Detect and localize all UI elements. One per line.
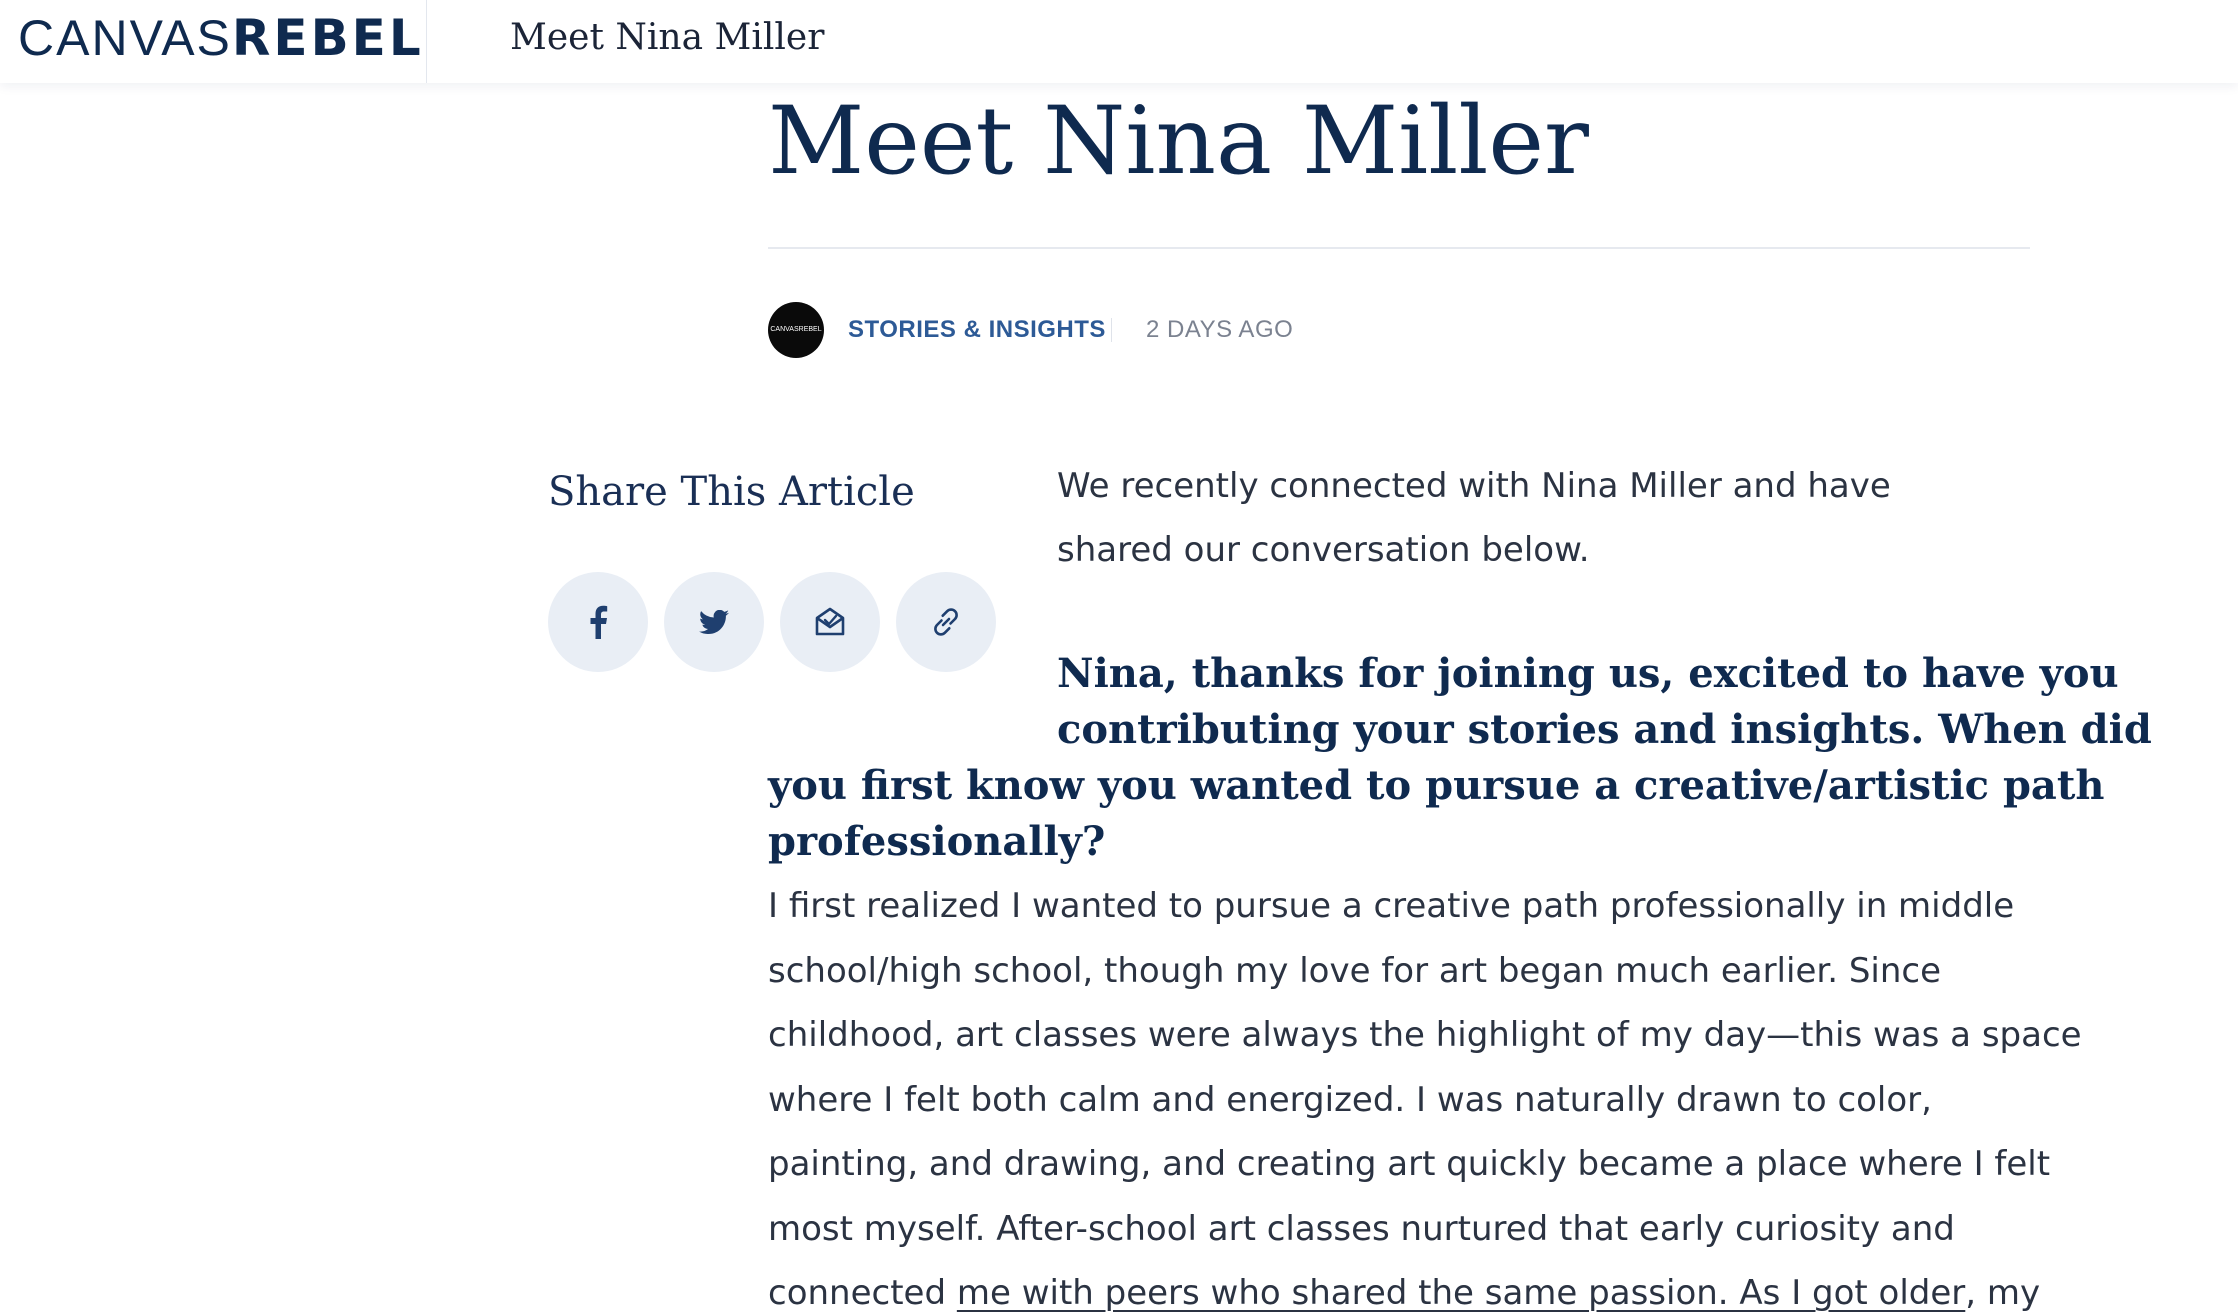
question-line: you first know you wanted to pursue a cr… bbox=[768, 762, 2105, 809]
email-icon bbox=[815, 607, 845, 636]
twitter-icon bbox=[699, 610, 729, 634]
top-bar: CANVASREBEL Meet Nina Miller bbox=[0, 0, 2238, 83]
interview-answer: I first realized I wanted to pursue a cr… bbox=[768, 874, 2082, 1314]
question-line: Nina, thanks for joining us, excited to … bbox=[1057, 650, 2119, 697]
answer-line: childhood, art classes were always the h… bbox=[768, 1015, 2082, 1055]
answer-line: school/high school, though my love for a… bbox=[768, 950, 1942, 991]
link-icon bbox=[934, 608, 958, 636]
meta-separator bbox=[1111, 318, 1112, 342]
question-line: professionally? bbox=[768, 818, 1106, 865]
publish-date: 2 DAYS AGO bbox=[1146, 316, 1294, 343]
answer-line: where I felt both calm and energized. I … bbox=[768, 1079, 1932, 1120]
canvasrebel-logo[interactable]: CANVASREBEL bbox=[18, 8, 424, 68]
share-twitter-button[interactable] bbox=[664, 572, 764, 672]
article-headline: Meet Nina Miller bbox=[768, 87, 1589, 196]
answer-text: connected bbox=[768, 1273, 957, 1313]
logo-light-text: CANVAS bbox=[18, 10, 232, 66]
interview-question: Nina, thanks for joining us, excited to … bbox=[768, 646, 2152, 870]
answer-line: connected me with peers who shared the s… bbox=[768, 1261, 2040, 1314]
topbar-divider bbox=[426, 0, 427, 83]
logo-bold-text: REBEL bbox=[231, 9, 424, 67]
answer-line: most myself. After-school art classes nu… bbox=[768, 1208, 1955, 1249]
headline-divider bbox=[768, 247, 2030, 249]
answer-inline-link[interactable]: me with peers who shared the same passio… bbox=[957, 1273, 1965, 1313]
answer-line: painting, and drawing, and creating art … bbox=[768, 1144, 2051, 1184]
category-link[interactable]: STORIES & INSIGHTS bbox=[848, 312, 1106, 348]
answer-line: I first realized I wanted to pursue a cr… bbox=[768, 886, 2015, 926]
share-facebook-button[interactable] bbox=[548, 572, 648, 672]
article-intro: We recently connected with Nina Miller a… bbox=[1057, 466, 1891, 570]
author-avatar[interactable]: CANVASREBEL bbox=[768, 302, 824, 358]
question-line: contributing your stories and insights. … bbox=[1057, 706, 2152, 753]
answer-text: , my bbox=[1965, 1273, 2041, 1313]
share-title: Share This Article bbox=[548, 469, 915, 515]
facebook-icon bbox=[590, 605, 608, 639]
topbar-page-title: Meet Nina Miller bbox=[510, 17, 825, 58]
